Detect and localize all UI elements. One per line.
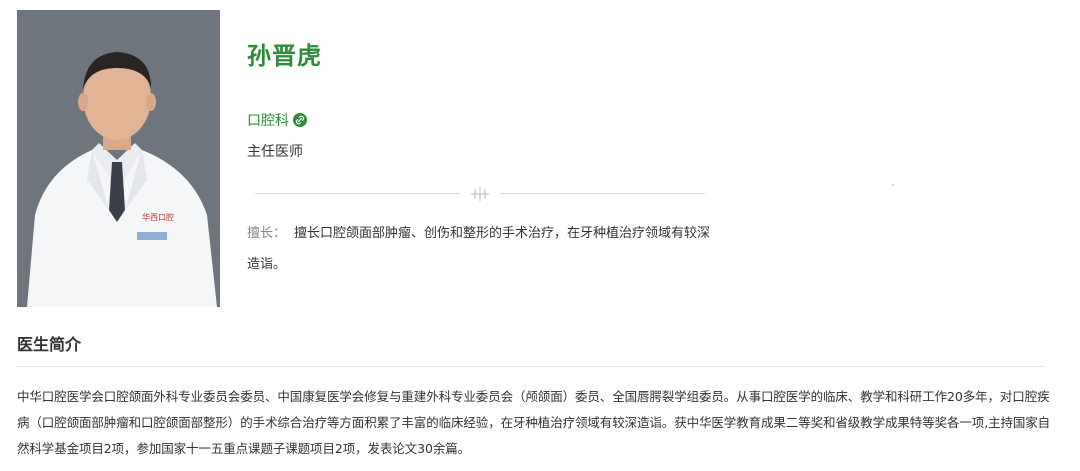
decorative-dot xyxy=(892,184,894,186)
department-label[interactable]: 口腔科 xyxy=(247,110,289,130)
doctor-title: 主任医师 xyxy=(247,144,303,160)
department-link[interactable]: 口腔科 xyxy=(247,110,307,130)
specialty-label: 擅长： xyxy=(247,226,287,241)
bio-text: 中华口腔医学会口腔颌面外科专业委员会委员、中国康复医学会修复与重建外科专业委员会… xyxy=(17,389,1051,456)
section-divider xyxy=(17,366,1045,367)
bio-heading: 医生简介 xyxy=(17,335,82,354)
doctor-name: 孙晋虎 xyxy=(247,42,322,70)
doctor-photo: 华西口腔 xyxy=(17,10,220,307)
link-icon[interactable] xyxy=(293,113,307,127)
ornament-icon xyxy=(468,186,492,205)
decorative-divider xyxy=(255,186,705,201)
specialty-value: 擅长口腔颌面部肿瘤、创伤和整形的手术治疗，在牙种植治疗领域有较深造诣。 xyxy=(247,226,711,272)
specialty-text: 擅长： 擅长口腔颌面部肿瘤、创伤和整形的手术治疗，在牙种植治疗领域有较深造诣。 xyxy=(247,218,717,280)
svg-text:华西口腔: 华西口腔 xyxy=(142,212,174,222)
